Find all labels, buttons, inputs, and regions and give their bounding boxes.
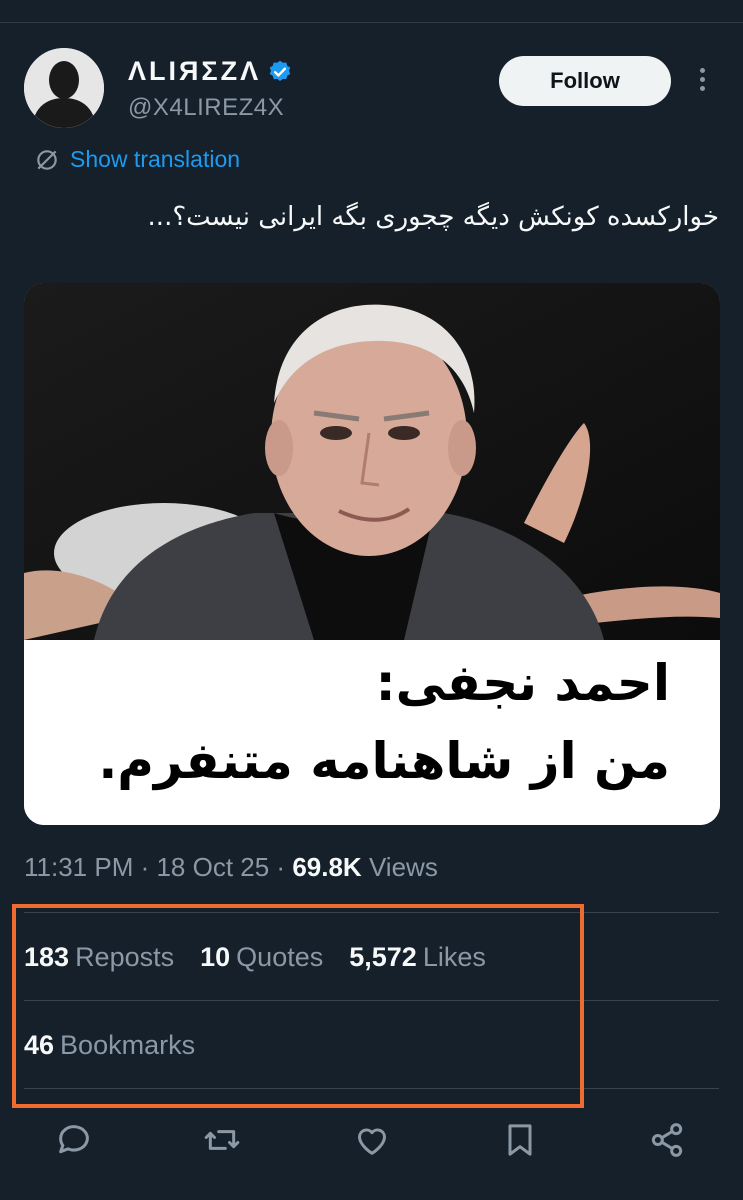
quotes-label: Quotes bbox=[236, 942, 324, 972]
meta-separator: · bbox=[133, 852, 157, 882]
name-row: ΛLIЯΣZΛ bbox=[128, 56, 293, 87]
show-translation-link[interactable]: Show translation bbox=[34, 146, 240, 173]
likes-count: 5,572 bbox=[349, 942, 417, 972]
tweet-meta: 11:31 PM · 18 Oct 25 · 69.8K Views bbox=[24, 852, 438, 883]
more-options-icon[interactable] bbox=[692, 68, 712, 98]
views-label: Views bbox=[368, 852, 438, 882]
divider bbox=[24, 1088, 719, 1089]
bookmark-icon[interactable] bbox=[500, 1120, 540, 1160]
translate-icon bbox=[37, 149, 57, 170]
reposts-count: 183 bbox=[24, 942, 70, 972]
meta-separator: · bbox=[269, 852, 293, 882]
avatar-silhouette-icon bbox=[24, 48, 104, 128]
reply-icon[interactable] bbox=[54, 1120, 94, 1160]
engagement-stats-row: 183 Reposts 10 Quotes 5,572 Likes bbox=[24, 942, 512, 973]
bookmarks-count: 46 bbox=[24, 1030, 55, 1060]
top-divider bbox=[0, 22, 743, 23]
divider bbox=[24, 1000, 719, 1001]
bookmarks-stat[interactable]: 46 Bookmarks bbox=[24, 1030, 195, 1061]
media-photo bbox=[24, 283, 720, 640]
caption-line-1: احمد نجفی: bbox=[375, 654, 670, 712]
reposts-stat[interactable]: 183 Reposts bbox=[24, 942, 174, 973]
tweet-media[interactable]: احمد نجفی: من از شاهنامه متنفرم. bbox=[24, 283, 720, 825]
repost-icon[interactable] bbox=[202, 1120, 242, 1160]
media-caption: احمد نجفی: من از شاهنامه متنفرم. bbox=[24, 640, 720, 825]
quotes-count: 10 bbox=[200, 942, 231, 972]
tweet-text: خوارکسده کونکش دیگه چجوری بگه ایرانی نیس… bbox=[147, 202, 719, 232]
portrait-image bbox=[24, 283, 720, 640]
bookmarks-label: Bookmarks bbox=[60, 1030, 196, 1060]
bookmarks-stats-row: 46 Bookmarks bbox=[24, 1030, 221, 1061]
show-translation-label: Show translation bbox=[70, 146, 241, 172]
views-count: 69.8K bbox=[292, 852, 362, 882]
tweet-header: ΛLIЯΣZΛ @X4LIREZ4X Follow bbox=[24, 48, 719, 132]
tweet-time[interactable]: 11:31 PM bbox=[24, 852, 133, 882]
divider bbox=[24, 912, 719, 913]
quotes-stat[interactable]: 10 Quotes bbox=[200, 942, 323, 973]
likes-stat[interactable]: 5,572 Likes bbox=[349, 942, 486, 973]
follow-button[interactable]: Follow bbox=[499, 56, 671, 106]
reposts-label: Reposts bbox=[75, 942, 175, 972]
verified-badge-icon bbox=[269, 60, 291, 81]
like-icon[interactable] bbox=[352, 1120, 392, 1160]
tweet-date[interactable]: 18 Oct 25 bbox=[156, 852, 269, 882]
user-handle[interactable]: @X4LIREZ4X bbox=[128, 94, 284, 122]
action-bar bbox=[0, 1112, 743, 1162]
likes-label: Likes bbox=[422, 942, 486, 972]
avatar[interactable] bbox=[24, 48, 104, 128]
highlight-box bbox=[12, 904, 584, 1108]
caption-line-2: من از شاهنامه متنفرم. bbox=[98, 732, 670, 790]
display-name[interactable]: ΛLIЯΣZΛ bbox=[128, 56, 261, 87]
share-icon[interactable] bbox=[647, 1120, 687, 1160]
